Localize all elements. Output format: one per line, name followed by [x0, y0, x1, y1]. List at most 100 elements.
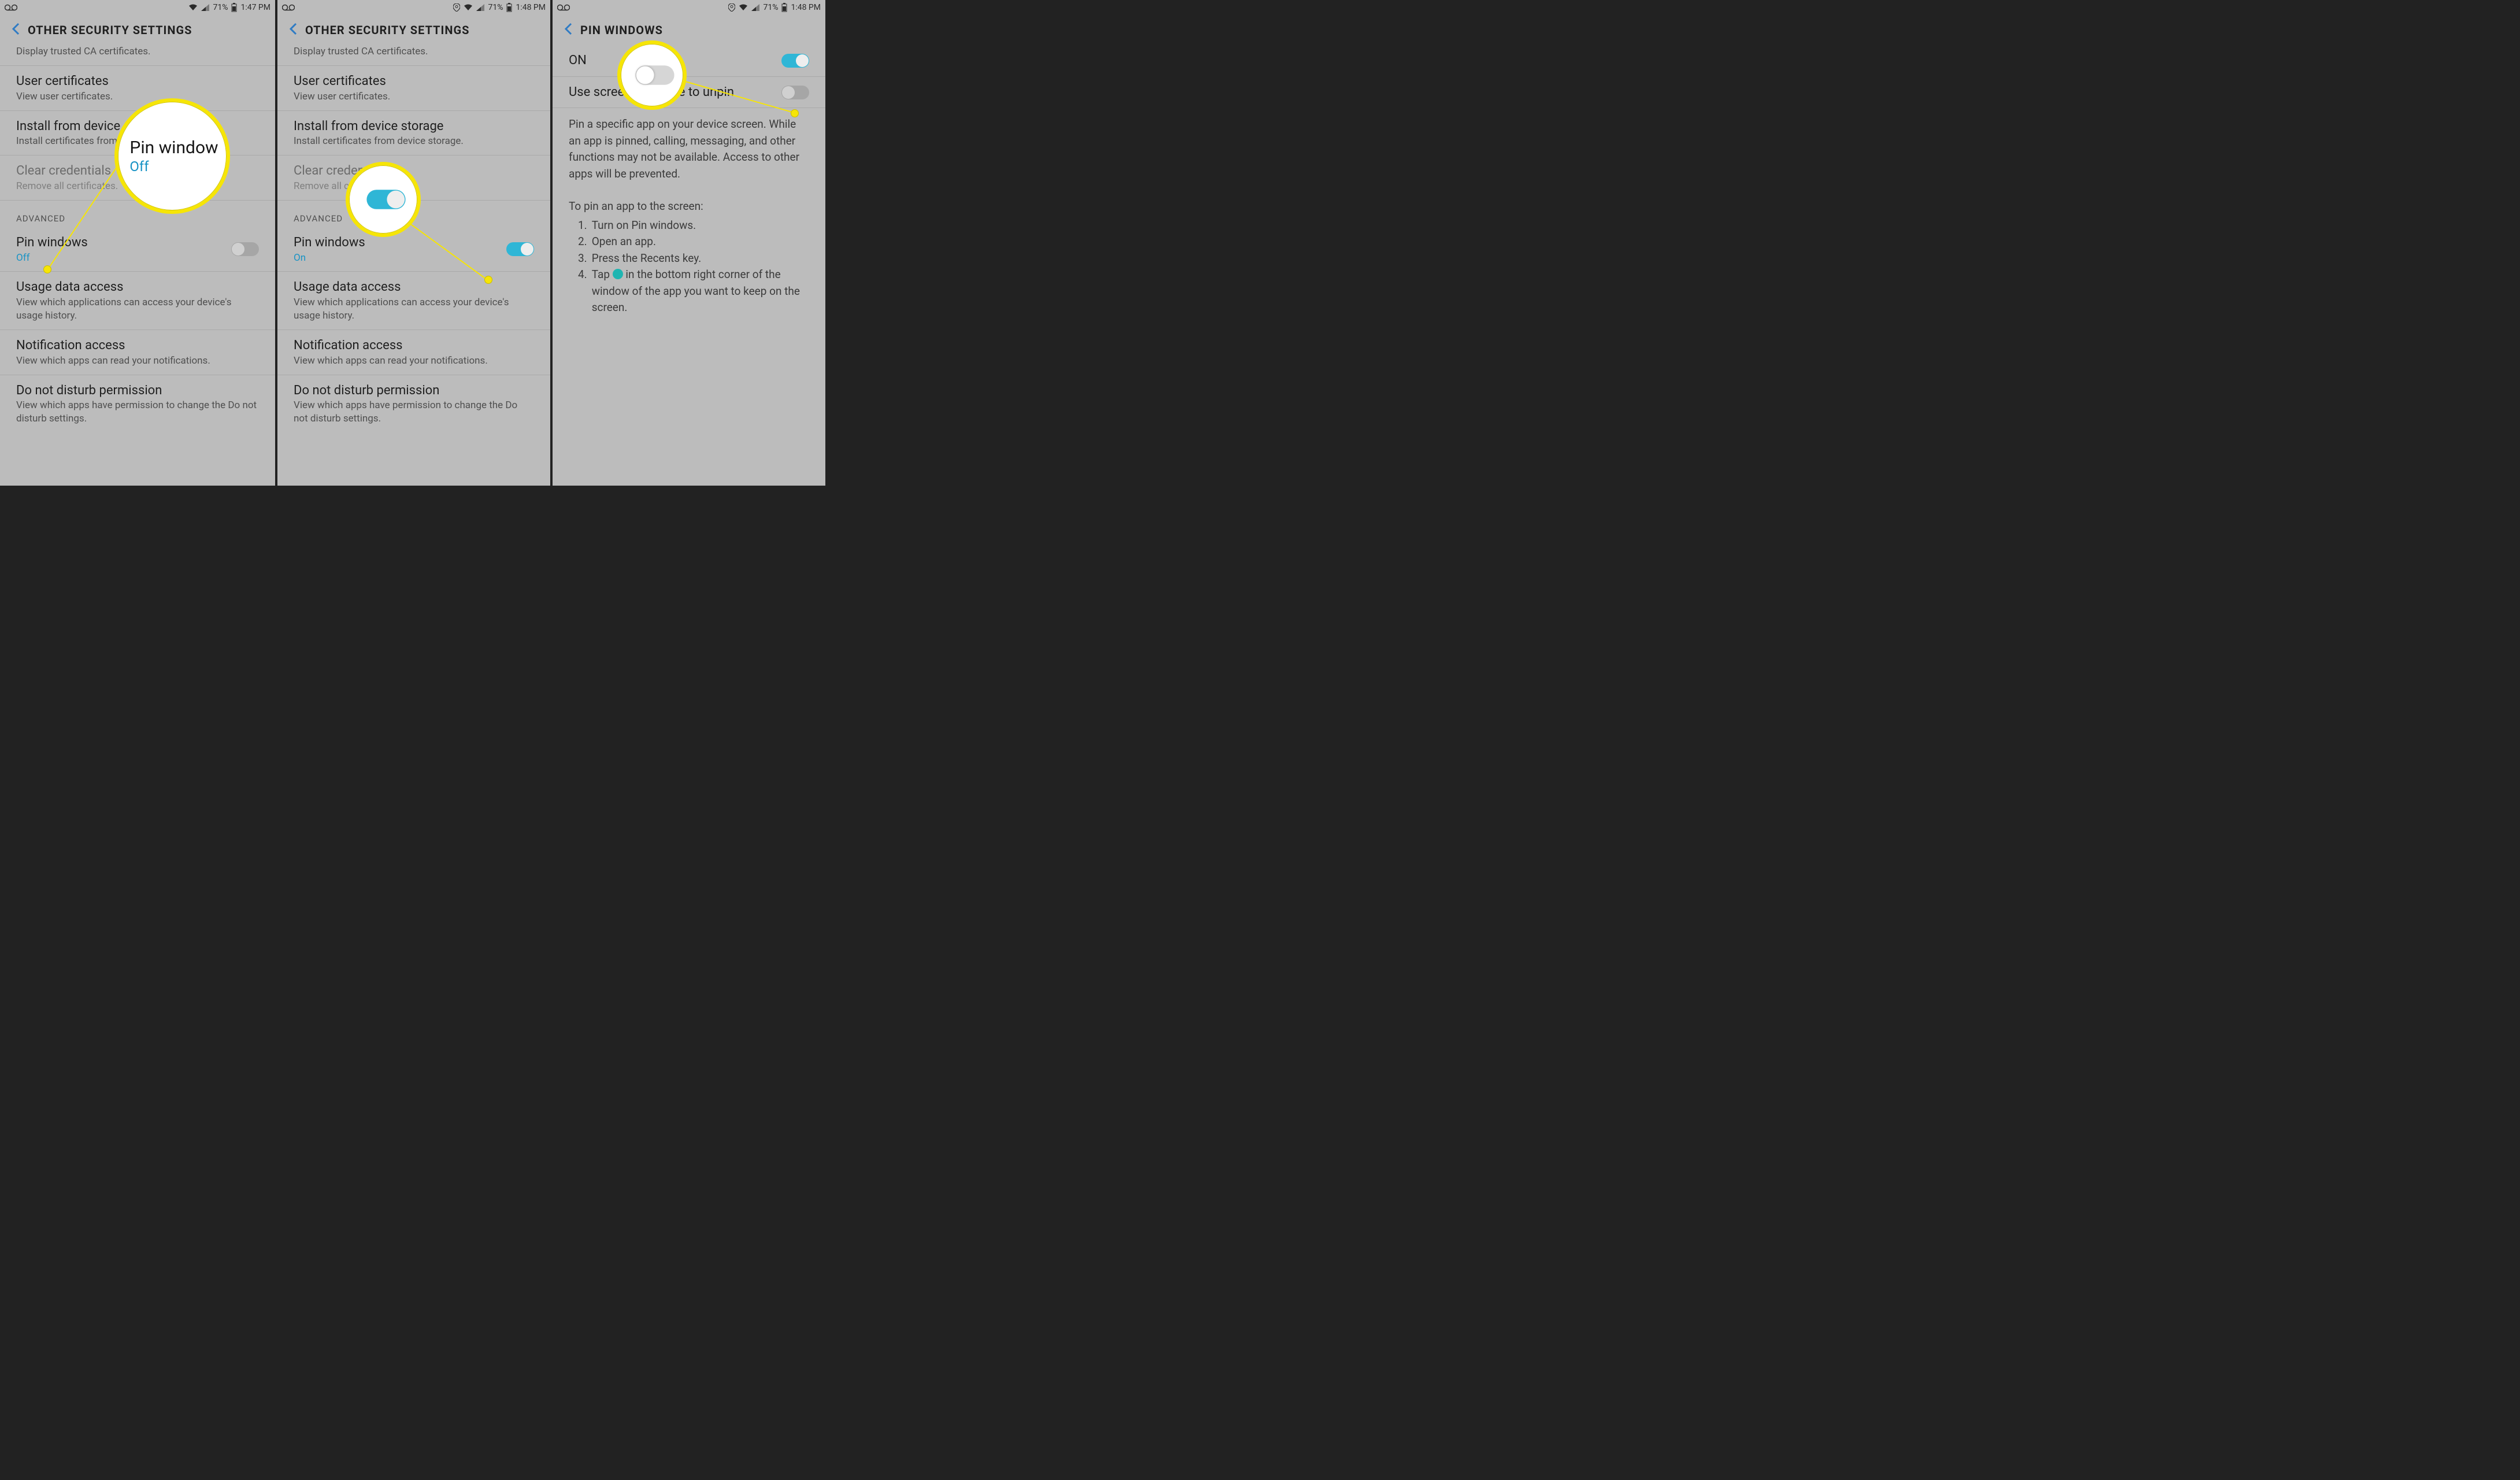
battery-text: 71%	[488, 3, 503, 12]
app-bar: OTHER SECURITY SETTINGS	[277, 15, 550, 45]
back-icon[interactable]	[289, 23, 297, 38]
row-sub: View which applications can access your …	[294, 296, 534, 323]
row-sub: View which apps have permission to chang…	[294, 399, 534, 426]
row-title: Usage data access	[294, 279, 534, 296]
wifi-icon	[739, 4, 748, 11]
callout-toggle-on-icon	[366, 190, 405, 209]
phone-screenshot-1: 71% 1:47 PM OTHER SECURITY SETTINGS Disp…	[0, 0, 275, 486]
location-icon	[728, 3, 735, 12]
row-user-certificates[interactable]: User certificates View user certificates…	[277, 66, 550, 111]
row-title: Pin windows	[16, 234, 225, 251]
voicemail-icon	[5, 4, 17, 11]
battery-text: 71%	[213, 3, 228, 12]
row-pin-windows[interactable]: Pin windows Off	[0, 227, 275, 272]
row-notification-access[interactable]: Notification access View which apps can …	[277, 330, 550, 375]
row-title: Usage data access	[16, 279, 259, 296]
row-title: Install from device storage	[294, 118, 534, 135]
signal-icon	[201, 4, 209, 11]
settings-list[interactable]: Display trusted CA certificates. User ce…	[0, 45, 275, 439]
row-title: Do not disturb permission	[294, 382, 534, 399]
callout-sub: Off	[129, 158, 218, 175]
callout-anchor-dot	[791, 109, 799, 117]
row-sub: View user certificates.	[16, 90, 259, 103]
app-bar: PIN WINDOWS	[553, 15, 825, 45]
row-sub: View which applications can access your …	[16, 296, 259, 323]
app-bar: OTHER SECURITY SETTINGS	[0, 15, 275, 45]
row-sub: View which apps can read your notificati…	[16, 354, 259, 368]
row-user-certificates[interactable]: User certificates View user certificates…	[0, 66, 275, 111]
callout-zoom-pin-windows-off: Pin window Off	[114, 98, 230, 214]
page-title: OTHER SECURITY SETTINGS	[305, 23, 469, 37]
row-trusted-ca[interactable]: Display trusted CA certificates.	[0, 45, 275, 66]
step-4: Tap in the bottom right corner of the wi…	[592, 267, 809, 316]
row-sub: View which apps have permission to chang…	[16, 399, 259, 426]
page-title: OTHER SECURITY SETTINGS	[28, 23, 192, 37]
clock-text: 1:48 PM	[791, 3, 821, 12]
battery-icon	[231, 3, 237, 12]
wifi-icon	[188, 4, 198, 11]
toggle-unpin-lock[interactable]	[781, 86, 809, 99]
howto-steps: 1.Turn on Pin windows. 2.Open an app. 3.…	[553, 215, 825, 324]
back-icon[interactable]	[12, 23, 20, 38]
wifi-icon	[464, 4, 473, 11]
row-dnd-permission[interactable]: Do not disturb permission View which app…	[277, 375, 550, 433]
callout-anchor-dot	[484, 276, 492, 284]
callout-toggle-off-icon	[635, 65, 674, 85]
callout-title: Pin window	[129, 138, 218, 158]
step-2: Open an app.	[592, 234, 656, 250]
step-1: Turn on Pin windows.	[592, 217, 696, 234]
toggle-pin-windows[interactable]	[506, 242, 534, 256]
callout-zoom-toggle-off	[617, 40, 687, 110]
section-advanced: ADVANCED	[0, 201, 275, 227]
row-sub: On	[294, 251, 501, 265]
battery-icon	[506, 3, 512, 12]
row-dnd-permission[interactable]: Do not disturb permission View which app…	[0, 375, 275, 433]
row-master-toggle[interactable]: ON	[553, 45, 825, 77]
row-notification-access[interactable]: Notification access View which apps can …	[0, 330, 275, 375]
phone-screenshot-3: 71% 1:48 PM PIN WINDOWS ON Use screen lo…	[550, 0, 825, 486]
status-bar: 71% 1:48 PM	[277, 0, 550, 15]
step-4a: Tap	[592, 268, 613, 281]
description-text: Pin a specific app on your device screen…	[553, 108, 825, 190]
row-title: Do not disturb permission	[16, 382, 259, 399]
row-install-from-storage[interactable]: Install from device storage Install cert…	[277, 111, 550, 156]
row-title: Notification access	[16, 337, 259, 354]
page-title: PIN WINDOWS	[580, 23, 663, 37]
howto-heading: To pin an app to the screen:	[553, 190, 825, 215]
voicemail-icon	[282, 4, 295, 11]
battery-icon	[781, 3, 787, 12]
row-usage-data-access[interactable]: Usage data access View which application…	[0, 272, 275, 330]
row-title: User certificates	[16, 73, 259, 90]
row-title: User certificates	[294, 73, 534, 90]
battery-text: 71%	[763, 3, 778, 12]
callout-anchor-dot	[43, 265, 51, 273]
row-sub: Off	[16, 251, 225, 265]
row-usage-data-access[interactable]: Usage data access View which application…	[277, 272, 550, 330]
pin-icon	[613, 269, 623, 279]
row-sub: Install certificates from device storage…	[294, 135, 534, 148]
row-pin-windows[interactable]: Pin windows On	[277, 227, 550, 272]
step-3: Press the Recents key.	[592, 250, 702, 267]
toggle-pin-windows[interactable]	[231, 242, 259, 256]
signal-icon	[476, 4, 484, 11]
row-sub: View user certificates.	[294, 90, 534, 103]
voicemail-icon	[557, 4, 570, 11]
signal-icon	[751, 4, 759, 11]
row-title: Pin windows	[294, 234, 501, 251]
row-subtitle: Display trusted CA certificates.	[294, 45, 534, 58]
row-sub: View which apps can read your notificati…	[294, 354, 534, 368]
row-title: Notification access	[294, 337, 534, 354]
step-4b: in the bottom right corner of the window…	[592, 268, 800, 314]
row-trusted-ca[interactable]: Display trusted CA certificates.	[277, 45, 550, 66]
callout-zoom-toggle-on	[346, 162, 421, 237]
location-icon	[453, 3, 460, 12]
toggle-master[interactable]	[781, 54, 809, 68]
phone-screenshot-2: 71% 1:48 PM OTHER SECURITY SETTINGS Disp…	[275, 0, 550, 486]
clock-text: 1:48 PM	[516, 3, 546, 12]
status-bar: 71% 1:48 PM	[553, 0, 825, 15]
status-bar: 71% 1:47 PM	[0, 0, 275, 15]
clock-text: 1:47 PM	[240, 3, 270, 12]
back-icon[interactable]	[564, 23, 572, 38]
settings-list[interactable]: Display trusted CA certificates. User ce…	[277, 45, 550, 439]
row-subtitle: Display trusted CA certificates.	[16, 45, 259, 58]
